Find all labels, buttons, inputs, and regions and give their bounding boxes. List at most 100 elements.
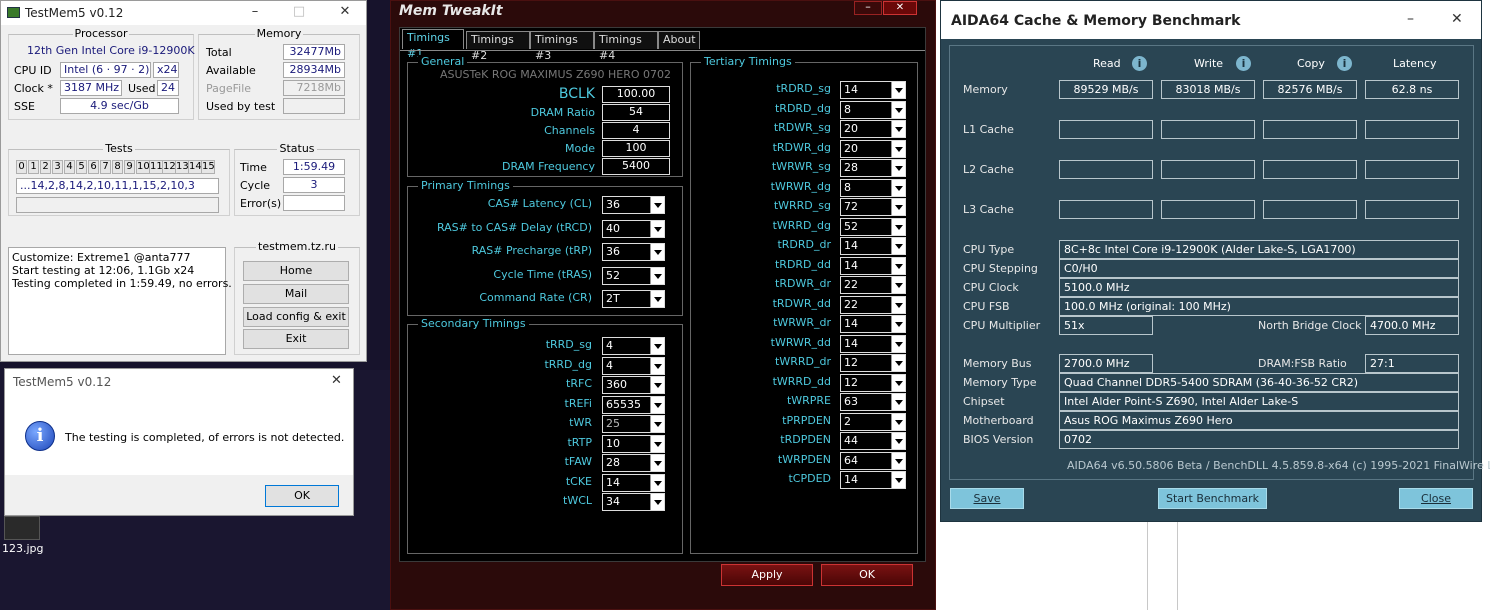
close-button[interactable]: Close — [1399, 488, 1473, 509]
secondary-timing-select[interactable]: 4 — [602, 356, 665, 375]
chevron-down-icon[interactable] — [891, 355, 905, 371]
tertiary-timing-select[interactable]: 14 — [840, 256, 906, 275]
close-icon[interactable]: ✕ — [335, 4, 355, 19]
minimize-icon[interactable]: – — [854, 1, 882, 15]
tab-timings-2[interactable]: Timings #2 — [466, 31, 530, 62]
tertiary-timing-select[interactable]: 44 — [840, 432, 906, 450]
chevron-down-icon[interactable] — [891, 316, 905, 332]
secondary-timing-select[interactable]: 360 — [602, 376, 665, 394]
chevron-down-icon[interactable] — [650, 494, 664, 510]
home-button[interactable]: Home — [243, 261, 349, 281]
secondary-timing-select[interactable]: 14 — [602, 473, 665, 492]
tab-timings-4[interactable]: Timings #4 — [594, 31, 658, 62]
chevron-down-icon[interactable] — [891, 413, 905, 430]
log-text[interactable]: Customize: Extreme1 @anta777 Start testi… — [8, 247, 232, 355]
minimize-icon[interactable]: – — [1407, 11, 1414, 27]
dialog-ok-button[interactable]: OK — [265, 485, 339, 507]
close-icon[interactable]: ✕ — [331, 373, 342, 388]
close-icon[interactable]: ✕ — [883, 1, 917, 15]
tab-timings-1[interactable]: Timings #1 — [402, 29, 464, 60]
chevron-down-icon[interactable] — [650, 197, 664, 213]
chevron-down-icon[interactable] — [891, 101, 905, 118]
copy-info-icon[interactable]: i — [1337, 56, 1352, 71]
chevron-down-icon[interactable] — [891, 199, 905, 215]
tab-about[interactable]: About — [658, 31, 700, 49]
load-config-button[interactable]: Load config & exit — [243, 307, 349, 327]
chevron-down-icon[interactable] — [891, 160, 905, 176]
mail-button[interactable]: Mail — [243, 284, 349, 304]
chevron-down-icon[interactable] — [650, 474, 664, 491]
tertiary-timing-select[interactable]: 14 — [840, 471, 906, 489]
chevron-down-icon[interactable] — [891, 472, 905, 488]
tertiary-timing-select[interactable]: 20 — [840, 120, 906, 138]
secondary-timing-select[interactable]: 34 — [602, 493, 665, 511]
secondary-timing-select[interactable]: 28 — [602, 454, 665, 472]
chevron-down-icon[interactable] — [891, 433, 905, 449]
chevron-down-icon[interactable] — [891, 394, 905, 410]
chevron-down-icon[interactable] — [650, 357, 664, 374]
chevron-down-icon[interactable] — [650, 244, 664, 260]
tertiary-timing-select[interactable]: 12 — [840, 373, 906, 392]
chevron-down-icon[interactable] — [891, 179, 905, 196]
minimize-icon[interactable]: – — [245, 4, 265, 19]
chevron-down-icon[interactable] — [891, 218, 905, 235]
secondary-timing-select[interactable]: 4 — [602, 337, 665, 355]
tertiary-timing-select[interactable]: 12 — [840, 354, 906, 372]
tertiary-timing-select[interactable]: 14 — [840, 334, 906, 353]
tertiary-timing-select[interactable]: 14 — [840, 315, 906, 333]
tertiary-timing-select[interactable]: 52 — [840, 217, 906, 236]
chevron-down-icon[interactable] — [650, 416, 664, 432]
read-info-icon[interactable]: i — [1132, 56, 1147, 71]
chevron-down-icon[interactable] — [650, 291, 664, 307]
chevron-down-icon[interactable] — [891, 121, 905, 137]
chevron-down-icon[interactable] — [891, 335, 905, 352]
write-info-icon[interactable]: i — [1236, 56, 1251, 71]
tertiary-timing-select[interactable]: 14 — [840, 81, 906, 99]
chevron-down-icon[interactable] — [891, 257, 905, 274]
secondary-timing-select[interactable]: 65535 — [602, 395, 665, 414]
tab-timings-3[interactable]: Timings #3 — [530, 31, 594, 62]
chevron-down-icon[interactable] — [891, 296, 905, 313]
chevron-down-icon[interactable] — [891, 140, 905, 157]
chevron-down-icon[interactable] — [650, 220, 664, 237]
chevron-down-icon[interactable] — [891, 374, 905, 391]
tertiary-timing-select[interactable]: 28 — [840, 159, 906, 177]
primary-timing-select[interactable]: 40 — [602, 219, 665, 238]
chevron-down-icon[interactable] — [891, 277, 905, 293]
tertiary-timing-select[interactable]: 64 — [840, 451, 906, 470]
chevron-down-icon[interactable] — [650, 455, 664, 471]
primary-timing-select[interactable]: 36 — [602, 243, 665, 261]
tertiary-timing-select[interactable]: 20 — [840, 139, 906, 158]
chevron-down-icon[interactable] — [650, 377, 664, 393]
chevron-down-icon[interactable] — [650, 435, 664, 452]
tertiary-timing-select[interactable]: 14 — [840, 237, 906, 255]
start-benchmark-button[interactable]: Start Benchmark — [1158, 488, 1267, 509]
secondary-timing-select[interactable]: 25 — [602, 415, 665, 433]
chevron-down-icon[interactable] — [650, 267, 664, 284]
exit-button[interactable]: Exit — [243, 329, 349, 349]
tertiary-timing-select[interactable]: 22 — [840, 295, 906, 314]
ok-button[interactable]: OK — [821, 564, 913, 586]
chevron-down-icon[interactable] — [650, 396, 664, 413]
tertiary-timing-select[interactable]: 63 — [840, 393, 906, 411]
chevron-down-icon[interactable] — [891, 452, 905, 469]
tertiary-timing-select[interactable]: 8 — [840, 178, 906, 197]
primary-timing-select[interactable]: 52 — [602, 266, 665, 285]
apply-button[interactable]: Apply — [721, 564, 813, 586]
chevron-down-icon[interactable] — [650, 338, 664, 354]
save-button[interactable]: Save — [950, 488, 1024, 509]
chevron-down-icon[interactable] — [891, 82, 905, 98]
tertiary-timing-select[interactable]: 2 — [840, 412, 906, 431]
channels-value: 4 — [602, 122, 670, 139]
secondary-timing-select[interactable]: 10 — [602, 434, 665, 453]
desktop-file-label[interactable]: 123.jpg — [2, 542, 44, 555]
tertiary-timing-select[interactable]: 8 — [840, 100, 906, 119]
tertiary-timing-select[interactable]: 22 — [840, 276, 906, 294]
tertiary-timing-select[interactable]: 72 — [840, 198, 906, 216]
chevron-down-icon[interactable] — [891, 238, 905, 254]
primary-timing-select[interactable]: 2T — [602, 290, 665, 308]
close-icon[interactable]: ✕ — [1451, 11, 1463, 27]
primary-timing-select[interactable]: 36 — [602, 196, 665, 214]
desktop-file-icon[interactable] — [4, 516, 40, 540]
maximize-icon[interactable]: □ — [289, 4, 309, 19]
